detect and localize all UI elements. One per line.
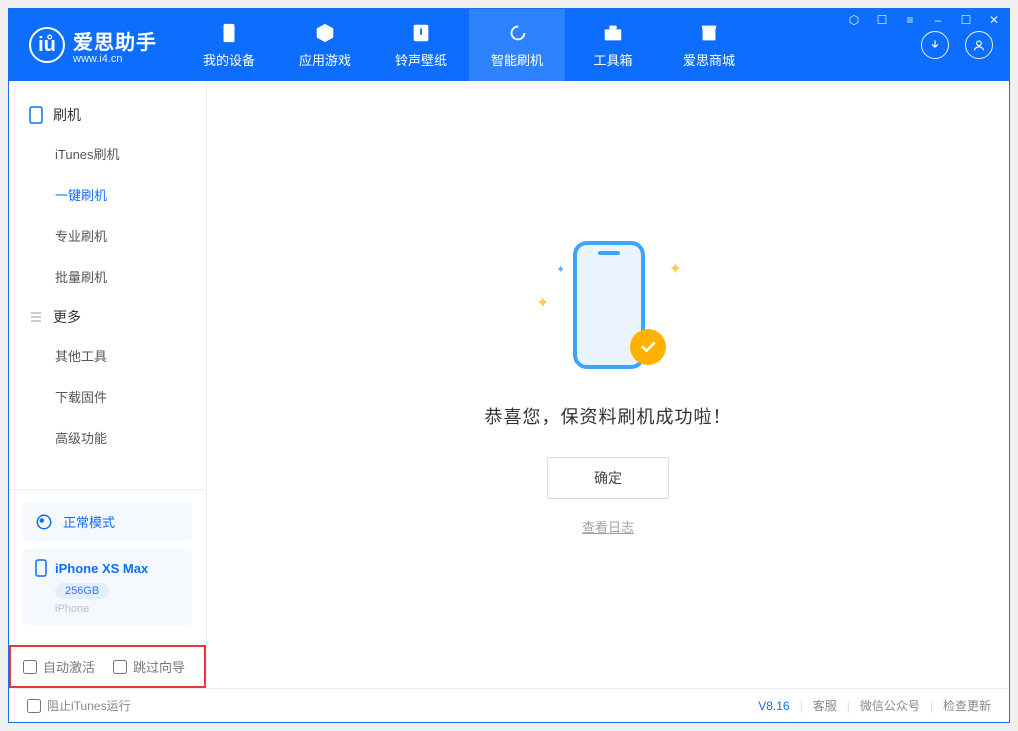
feedback-icon[interactable]: ⬡ [847, 13, 861, 27]
sidebar: 刷机 iTunes刷机 一键刷机 专业刷机 批量刷机 更多 其他工具 下载固件 … [9, 81, 207, 688]
support-link[interactable]: 客服 [813, 697, 837, 714]
tab-store[interactable]: 爱思商城 [661, 9, 757, 81]
tab-label: 铃声壁纸 [395, 50, 447, 69]
music-icon [410, 22, 432, 44]
illus-check-badge [630, 329, 666, 365]
result-panel: ✦ ✦ ✦ 恭喜您，保资料刷机成功啦！ 确定 查看日志 [485, 233, 732, 536]
device-type: iPhone [55, 603, 180, 615]
footer: 阻止iTunes运行 V8.16 | 客服 | 微信公众号 | 检查更新 [9, 688, 1009, 722]
tab-label: 应用游戏 [299, 50, 351, 69]
download-icon [928, 38, 942, 52]
sidebar-item-pro-flash[interactable]: 专业刷机 [9, 215, 206, 256]
account-button[interactable] [965, 31, 993, 59]
main-content: ✦ ✦ ✦ 恭喜您，保资料刷机成功啦！ 确定 查看日志 [207, 81, 1009, 688]
tab-label: 工具箱 [593, 50, 632, 69]
tab-label: 智能刷机 [491, 50, 543, 69]
brand: iů 爱思助手 www.i4.cn [9, 9, 181, 81]
success-illustration: ✦ ✦ ✦ [508, 233, 708, 383]
sparkle-icon: ✦ [536, 293, 549, 313]
sidebar-item-other-tools[interactable]: 其他工具 [9, 335, 206, 376]
close-icon[interactable]: ✕ [987, 13, 1001, 27]
cube-icon [314, 22, 336, 44]
logo-icon: iů [29, 27, 65, 63]
sidebar-item-advanced[interactable]: 高级功能 [9, 417, 206, 458]
app-window: ⬡ ☐ ≡ – ☐ ✕ iů 爱思助手 www.i4.cn 我的设备 应用游戏 [8, 8, 1010, 723]
tab-apps[interactable]: 应用游戏 [277, 9, 373, 81]
skin-icon[interactable]: ☐ [875, 13, 889, 27]
success-message: 恭喜您，保资料刷机成功啦！ [485, 403, 732, 429]
phone-outline-icon [29, 106, 43, 124]
minimize-icon[interactable]: – [931, 13, 945, 27]
view-log-link[interactable]: 查看日志 [582, 517, 634, 536]
window-controls: ⬡ ☐ ≡ – ☐ ✕ [847, 13, 1001, 27]
sparkle-icon: ✦ [669, 259, 682, 279]
device-mode[interactable]: 正常模式 [23, 502, 192, 541]
checkbox-input[interactable] [23, 660, 37, 674]
device-capacity: 256GB [55, 583, 109, 599]
toolbox-icon [602, 22, 624, 44]
checkbox-auto-activate[interactable]: 自动激活 [23, 657, 95, 676]
sparkle-icon: ✦ [556, 263, 565, 276]
sidebar-section-more: 更多 [9, 297, 206, 335]
sidebar-section-flash: 刷机 [9, 95, 206, 133]
nav-tabs: 我的设备 应用游戏 铃声壁纸 智能刷机 工具箱 爱思商城 [181, 9, 757, 81]
brand-url: www.i4.cn [73, 53, 157, 65]
tab-my-device[interactable]: 我的设备 [181, 9, 277, 81]
tab-ringtones[interactable]: 铃声壁纸 [373, 9, 469, 81]
menu-icon[interactable]: ≡ [903, 13, 917, 27]
mode-icon [35, 513, 53, 531]
brand-name: 爱思助手 [73, 26, 157, 55]
body: 刷机 iTunes刷机 一键刷机 专业刷机 批量刷机 更多 其他工具 下载固件 … [9, 81, 1009, 688]
sidebar-item-batch-flash[interactable]: 批量刷机 [9, 256, 206, 297]
download-button[interactable] [921, 31, 949, 59]
flash-options-highlighted: 自动激活 跳过向导 [9, 645, 206, 688]
refresh-icon [506, 22, 528, 44]
header: ⬡ ☐ ≡ – ☐ ✕ iů 爱思助手 www.i4.cn 我的设备 应用游戏 [9, 9, 1009, 81]
device-phone-icon [35, 559, 47, 577]
user-icon [972, 38, 986, 52]
device-info[interactable]: iPhone XS Max 256GB iPhone [23, 549, 192, 625]
sidebar-item-itunes-flash[interactable]: iTunes刷机 [9, 133, 206, 174]
list-icon [29, 310, 43, 324]
tab-flash[interactable]: 智能刷机 [469, 9, 565, 81]
maximize-icon[interactable]: ☐ [959, 13, 973, 27]
checkbox-block-itunes[interactable]: 阻止iTunes运行 [27, 697, 131, 714]
check-icon [639, 338, 657, 356]
tab-label: 爱思商城 [683, 50, 735, 69]
checkbox-input[interactable] [27, 699, 41, 713]
sidebar-item-download-firmware[interactable]: 下载固件 [9, 376, 206, 417]
store-icon [698, 22, 720, 44]
wechat-link[interactable]: 微信公众号 [860, 697, 920, 714]
checkbox-input[interactable] [113, 660, 127, 674]
sidebar-item-oneclick-flash[interactable]: 一键刷机 [9, 174, 206, 215]
version-label: V8.16 [758, 699, 789, 713]
check-update-link[interactable]: 检查更新 [943, 697, 991, 714]
phone-icon [218, 22, 240, 44]
checkbox-skip-guide[interactable]: 跳过向导 [113, 657, 185, 676]
tab-tools[interactable]: 工具箱 [565, 9, 661, 81]
device-name: iPhone XS Max [55, 561, 148, 576]
ok-button[interactable]: 确定 [547, 457, 669, 499]
sidebar-device-panel: 正常模式 iPhone XS Max 256GB iPhone [9, 489, 206, 645]
tab-label: 我的设备 [203, 50, 255, 69]
